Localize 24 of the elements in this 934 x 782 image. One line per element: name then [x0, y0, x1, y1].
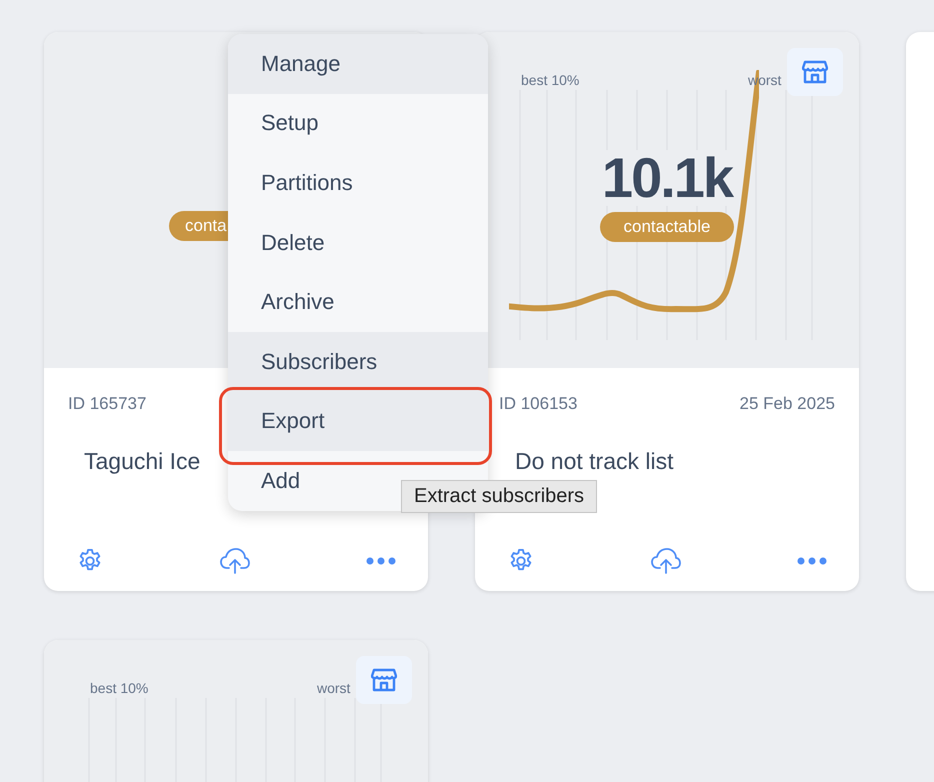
- menu-item[interactable]: Export: [228, 392, 488, 452]
- menu-item[interactable]: Archive: [228, 272, 488, 332]
- menu-item[interactable]: Subscribers: [228, 332, 488, 392]
- store-icon: [802, 60, 828, 84]
- menu-item[interactable]: Setup: [228, 94, 488, 154]
- more-icon[interactable]: [366, 557, 396, 565]
- more-icon[interactable]: [797, 557, 827, 565]
- worst-label: worst: [317, 680, 350, 696]
- list-id: ID 165737: [68, 394, 146, 414]
- list-title: Taguchi Ice: [84, 448, 200, 475]
- tooltip: Extract subscribers: [401, 480, 598, 513]
- store-button[interactable]: [787, 48, 843, 96]
- best-label: best 10%: [521, 72, 580, 88]
- menu-item[interactable]: Partitions: [228, 153, 488, 213]
- best-label: best 10%: [90, 680, 148, 696]
- store-button[interactable]: [356, 656, 412, 704]
- store-icon: [371, 668, 397, 692]
- menu-item[interactable]: Manage: [228, 34, 488, 94]
- list-id: ID 106153: [499, 394, 578, 414]
- list-date: 25 Feb 2025: [740, 394, 835, 414]
- cloud-upload-icon[interactable]: [220, 548, 250, 574]
- contactable-tag: contactable: [600, 212, 734, 242]
- list-title: Do not track list: [515, 448, 674, 475]
- cloud-upload-icon[interactable]: [651, 548, 681, 574]
